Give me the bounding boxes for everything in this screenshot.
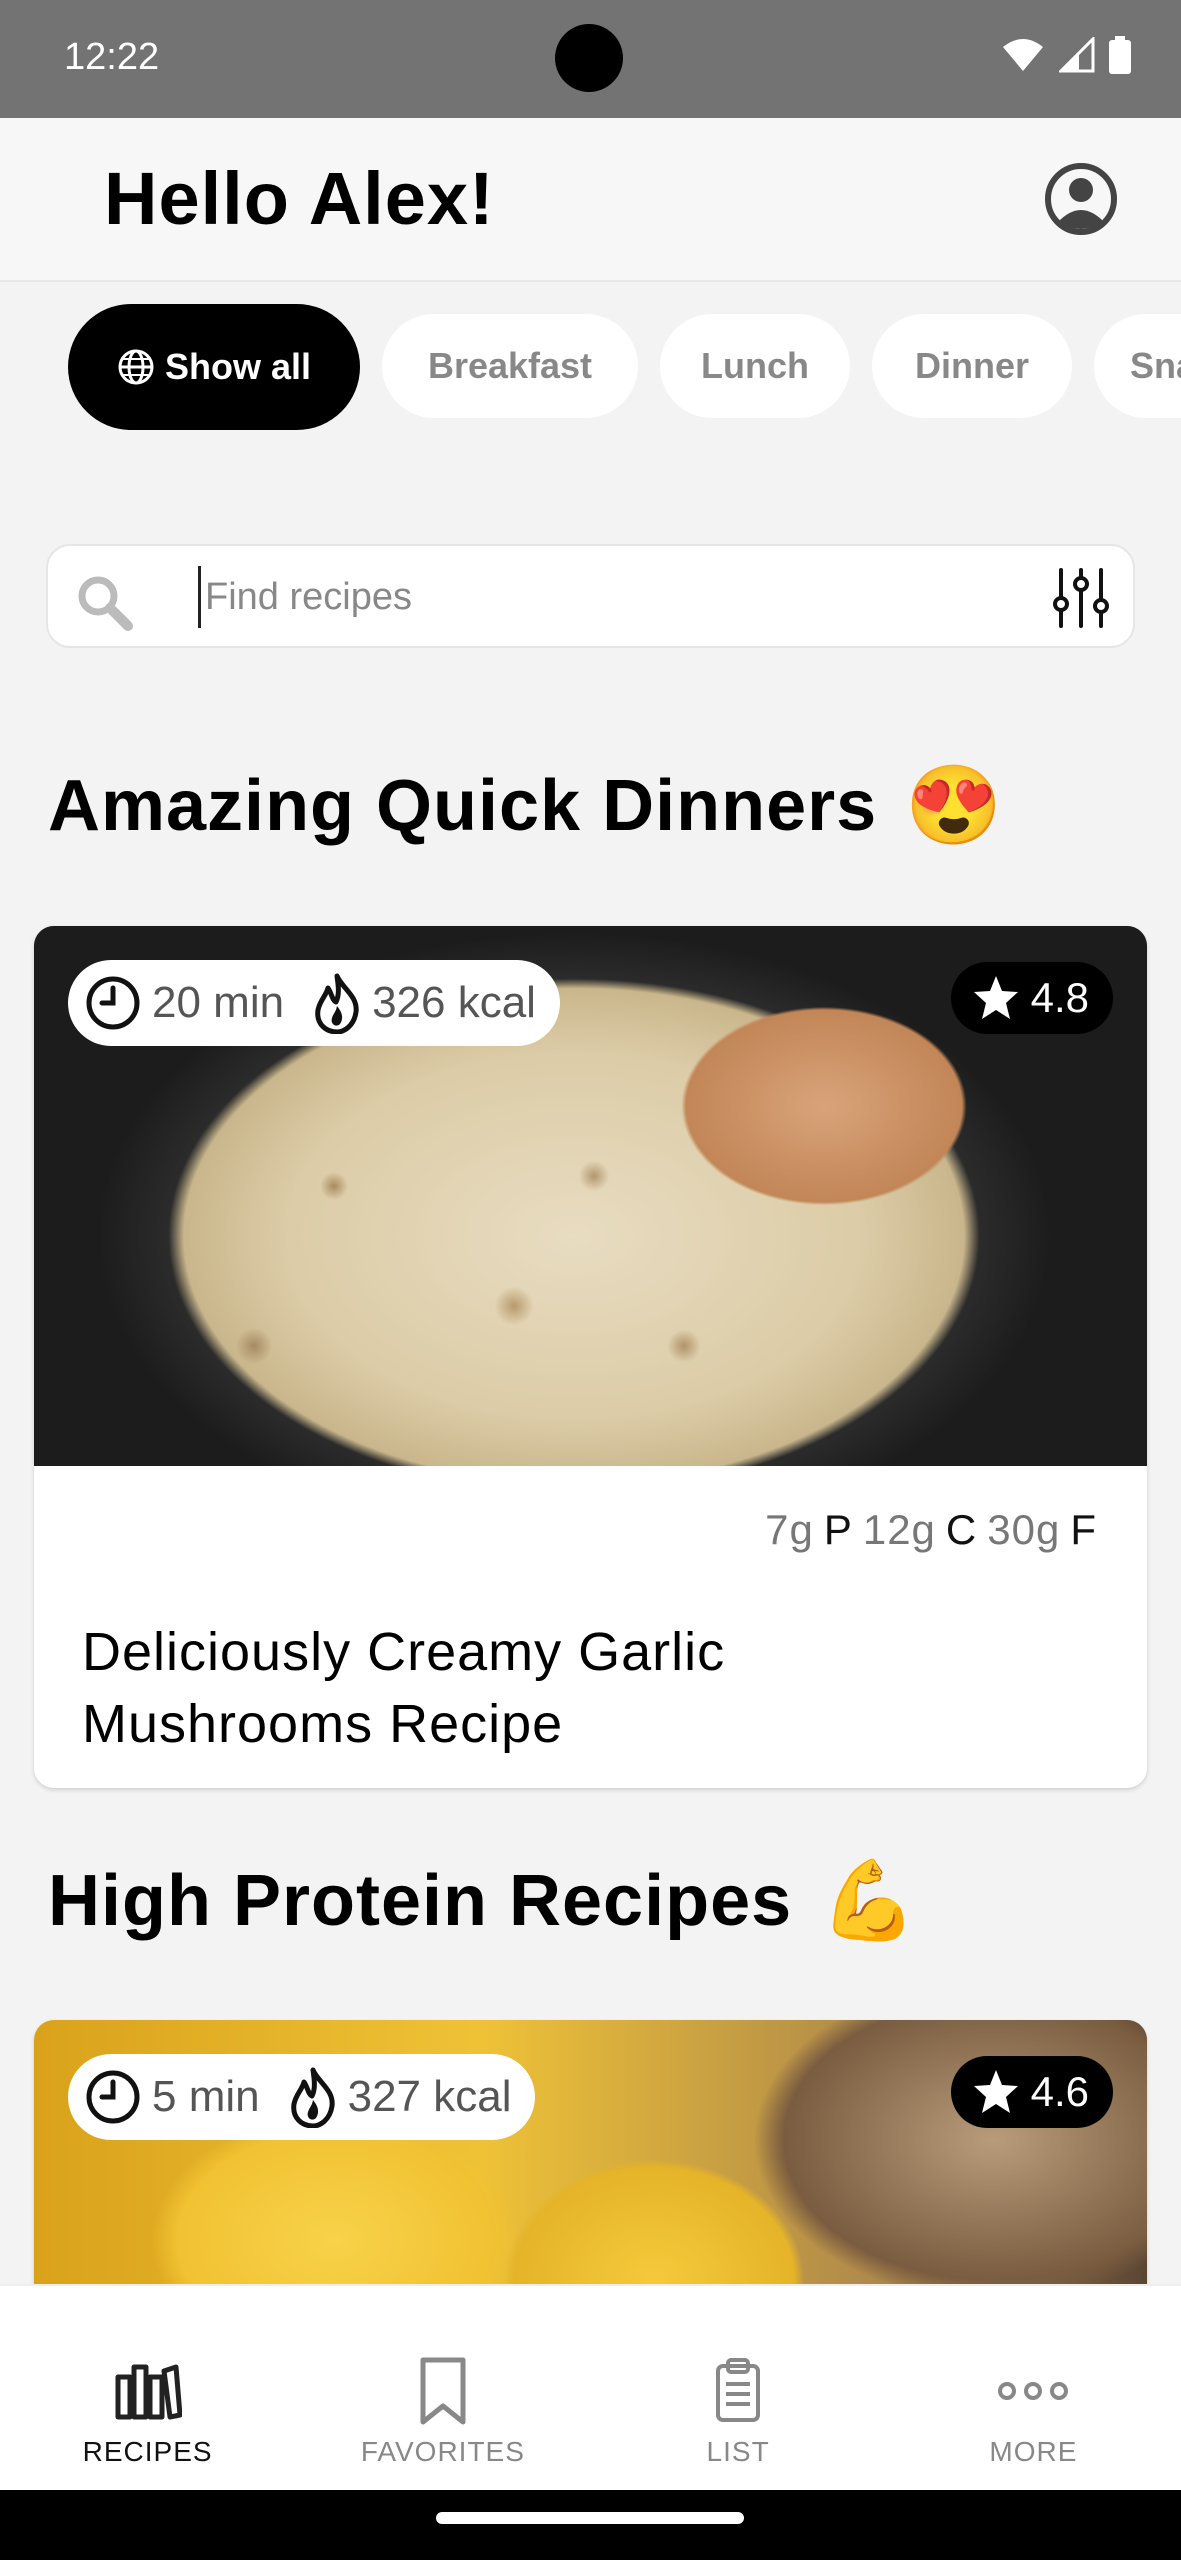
battery-icon [1109,36,1131,74]
carbs-value: 12g [862,1506,936,1553]
section-title-high-protein: High Protein Recipes 💪 [48,1855,918,1947]
filter-sliders-icon[interactable] [1049,566,1113,630]
app-header: Hello Alex! [0,118,1181,282]
star-icon [973,976,1018,1019]
search-bar [46,544,1135,648]
recipe-image: 20 min 326 kcal 4.8 [34,926,1147,1466]
section-title-text: Amazing Quick Dinners [48,766,878,846]
greeting-title: Hello Alex! [104,157,495,240]
chip-label: Show all [164,346,312,387]
recipe-card[interactable]: 20 min 326 kcal 4.8 7g P 12g C 30g F Delici… [34,926,1147,1788]
chip-lunch[interactable]: Lunch [660,314,850,418]
category-chips: Show all Breakfast Lunch Dinner Sna [0,300,1181,435]
recipe-info-pill: 5 min 327 kcal [68,2054,536,2140]
clipboard-icon [714,2356,762,2426]
nav-label: LIST [706,2436,770,2467]
system-gesture-bar [0,2490,1181,2560]
section-title-quick-dinners: Amazing Quick Dinners 😍 [48,760,1003,852]
recipe-time: 5 min [152,2072,260,2121]
search-input[interactable] [198,566,1057,628]
section-title-text: High Protein Recipes [48,1861,793,1941]
chip-label: Sna [1130,345,1181,386]
more-dots-icon [997,2356,1069,2426]
chip-label: Lunch [701,345,809,386]
nav-item-recipes[interactable]: RECIPES [0,2286,295,2492]
globe-icon [117,348,155,386]
fat-unit: F [1070,1506,1097,1553]
bottom-navigation: RECIPES FAVORITES LIST MORE [0,2284,1181,2492]
status-icons [1001,36,1131,74]
recipe-kcal: 327 kcal [347,2072,512,2121]
status-bar: 12:22 [0,0,1181,118]
profile-avatar-icon[interactable] [1044,162,1118,236]
recipe-time: 20 min [152,978,285,1027]
books-icon [114,2356,182,2426]
wifi-icon [1003,39,1043,71]
carbs-unit: C [945,1506,978,1553]
protein-value: 7g [765,1506,814,1553]
nav-label: MORE [989,2436,1078,2467]
nav-item-list[interactable]: LIST [591,2286,886,2492]
nav-item-favorites[interactable]: FAVORITES [295,2286,590,2492]
rating-value: 4.8 [1030,974,1089,1021]
bookmark-icon [419,2356,467,2426]
nav-item-more[interactable]: MORE [886,2286,1181,2492]
nav-label: RECIPES [82,2436,213,2467]
search-icon [78,576,133,631]
chip-dinner[interactable]: Dinner [872,314,1072,418]
chip-breakfast[interactable]: Breakfast [382,314,638,418]
rating-badge: 4.8 [950,962,1113,1034]
star-icon [973,2070,1018,2113]
flexed-biceps-emoji-icon: 💪 [820,1856,919,1944]
fat-value: 30g [987,1506,1061,1553]
nav-label: FAVORITES [360,2436,525,2467]
recipe-kcal: 326 kcal [372,978,536,1027]
protein-unit: P [823,1506,853,1553]
recipe-info-pill: 20 min 326 kcal [68,960,560,1046]
clock-icon [86,2070,140,2124]
chip-label: Dinner [914,345,1029,386]
clock-icon [86,976,140,1030]
rating-value: 4.6 [1030,2068,1089,2115]
chip-show-all[interactable]: Show all [68,304,360,430]
chip-label: Breakfast [427,345,593,386]
heart-eyes-emoji-icon: 😍 [905,761,1004,849]
recipe-title: Deliciously Creamy Garlic Mushrooms Reci… [82,1622,726,1754]
signal-icon [1059,37,1095,73]
flame-icon [290,2067,335,2128]
recipe-macros: 7g P 12g C 30g F [765,1506,1097,1554]
status-time: 12:22 [64,36,160,78]
flame-icon [315,973,359,1034]
chip-snacks[interactable]: Sna [1094,314,1181,418]
gesture-handle[interactable] [436,2512,744,2524]
rating-badge: 4.6 [950,2056,1113,2128]
camera-cutout [555,24,623,92]
